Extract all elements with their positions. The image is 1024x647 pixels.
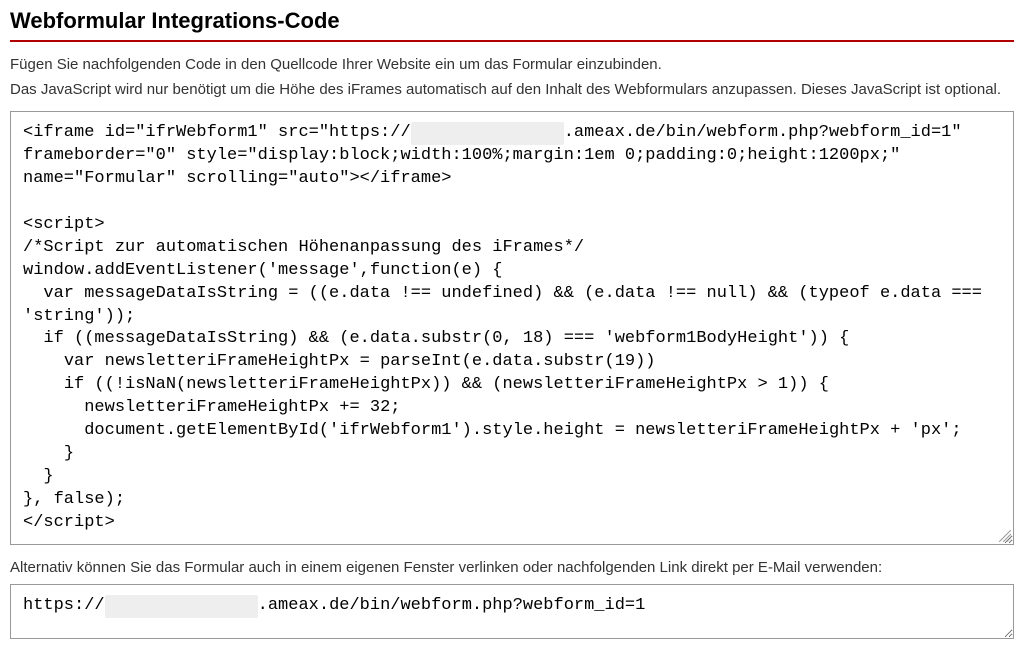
intro-line-1: Fügen Sie nachfolgenden Code in den Quel… (10, 54, 1014, 77)
code-iframe-prefix: <iframe id="ifrWebform1" src="https:// (23, 123, 411, 142)
masked-domain-link (105, 595, 258, 618)
link-prefix: https:// (23, 596, 105, 615)
code-listener: window.addEventListener('message',functi… (23, 261, 502, 280)
code-if1: if ((messageDataIsString) && (e.data.sub… (23, 329, 849, 348)
code-script-open: <script> (23, 215, 105, 234)
integration-code-textarea[interactable]: <iframe id="ifrWebform1" src="https:// .… (10, 111, 1014, 545)
masked-domain (411, 122, 564, 145)
page-title: Webformular Integrations-Code (10, 8, 1014, 34)
direct-link-textarea[interactable]: https:// .ameax.de/bin/webform.php?webfo… (10, 584, 1014, 639)
code-script-comment: /*Script zur automatischen Höhenanpassun… (23, 238, 584, 257)
header-divider (10, 40, 1014, 42)
code-close3: }, false); (23, 490, 125, 509)
intro-line-2: Das JavaScript wird nur benötigt um die … (10, 79, 1014, 102)
alternative-text: Alternativ können Sie das Formular auch … (10, 559, 1014, 576)
code-set: document.getElementById('ifrWebform1').s… (23, 421, 962, 440)
code-script-close: </script> (23, 513, 115, 532)
code-var2: var newsletteriFrameHeightPx = parseInt(… (23, 352, 656, 371)
code-close1: } (23, 444, 74, 463)
code-var: var messageDataIsString = ((e.data !== u… (23, 284, 992, 326)
code-inc: newsletteriFrameHeightPx += 32; (23, 398, 400, 417)
code-if2: if ((!isNaN(newsletteriFrameHeightPx)) &… (23, 375, 829, 394)
resize-handle-icon (999, 530, 1011, 542)
code-close2: } (23, 467, 54, 486)
link-suffix: .ameax.de/bin/webform.php?webform_id=1 (258, 596, 646, 615)
